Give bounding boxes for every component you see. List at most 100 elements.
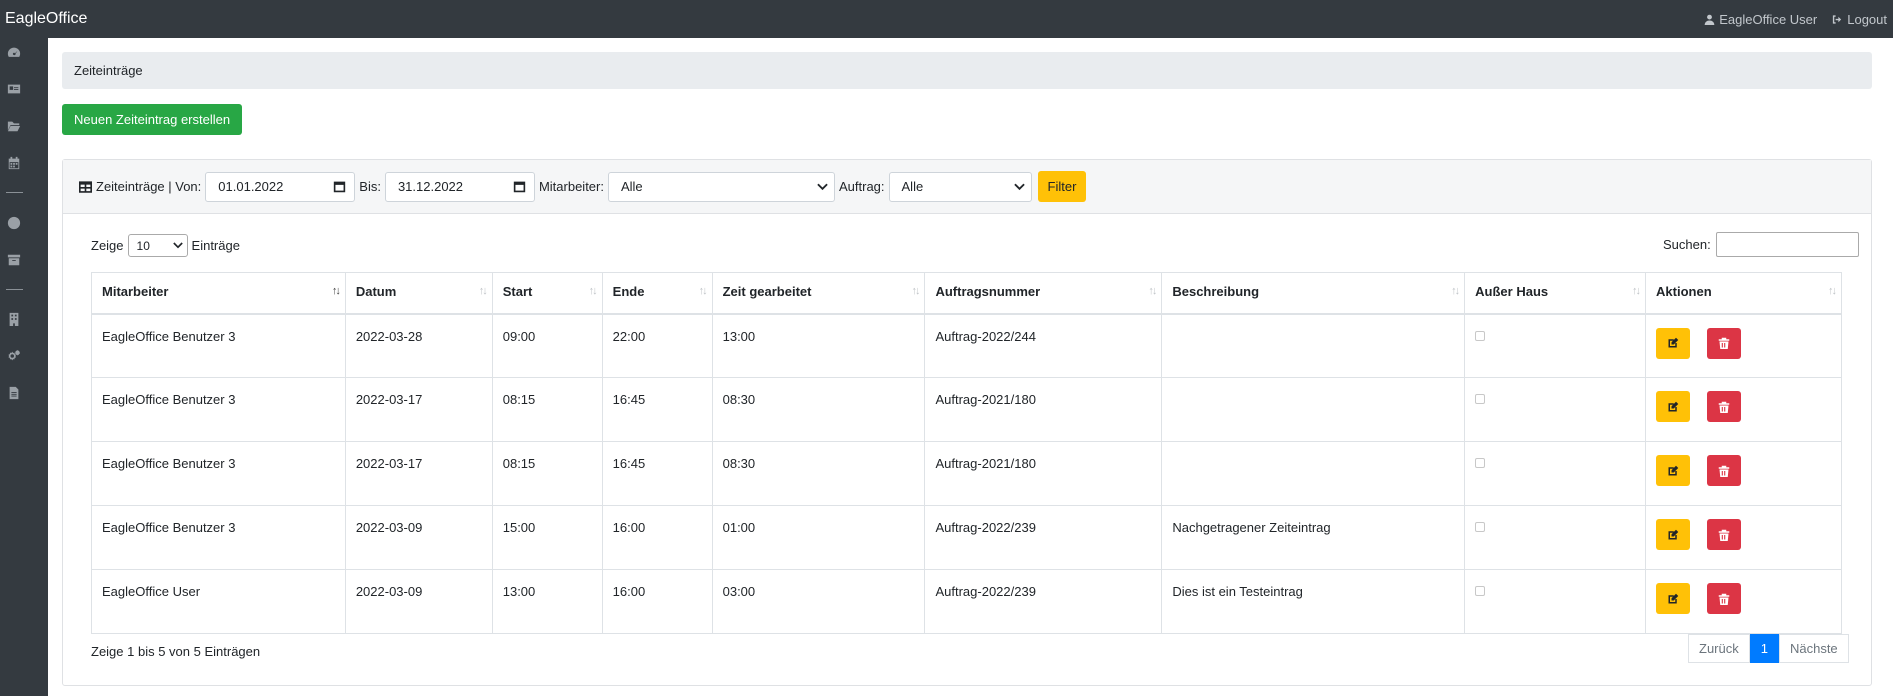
date-to-input[interactable]: 31.12.2022 [384,171,535,202]
sort-icon: ↑↓ [1828,285,1837,297]
table-row: EagleOffice Benutzer 3 2022-03-09 15:00 16:… [91,505,1842,570]
cogs-icon[interactable] [6,348,22,364]
user-menu[interactable]: EagleOffice User [1704,12,1817,27]
edit-icon [1668,465,1679,475]
column-header[interactable]: Ende ↑↓ [601,272,713,315]
file-icon[interactable] [6,385,22,401]
edit-icon [1668,401,1679,411]
table-cell: 16:45 [601,441,713,506]
table-row: EagleOffice Benutzer 3 2022-03-17 08:15 16:… [91,441,1842,506]
logout-link[interactable]: Logout [1831,12,1887,27]
column-header[interactable]: Datum ↑↓ [344,272,493,315]
chevron-down-icon [817,183,828,190]
column-header[interactable]: Beschreibung ↑↓ [1161,272,1466,315]
table-cell: 08:30 [711,377,926,442]
delete-button[interactable] [1707,327,1742,359]
building-icon[interactable] [6,311,22,327]
search-input[interactable] [1715,232,1859,257]
out-of-office-cell [1464,505,1647,570]
delete-button[interactable] [1707,519,1742,550]
trash-icon [1718,593,1730,605]
sort-icon: ↑↓ [911,285,920,297]
out-of-office-checkbox[interactable] [1475,522,1486,532]
filter-button[interactable]: Filter [1037,171,1087,202]
entries-label: Einträge [191,238,240,253]
out-of-office-checkbox[interactable] [1475,330,1486,341]
calendar-picker-icon[interactable] [333,180,346,193]
chevron-down-icon [1013,183,1025,190]
table-cell: 09:00 [491,313,603,378]
column-header[interactable]: Mitarbeiter ↑↓ [91,272,346,315]
prev-page-button[interactable]: Zurück [1688,634,1750,663]
clock-icon[interactable] [6,215,22,231]
column-header[interactable]: Außer Haus ↑↓ [1464,272,1647,315]
edit-button[interactable] [1656,391,1691,422]
page-1-button[interactable]: 1 [1749,634,1779,663]
logout-label: Logout [1847,11,1887,27]
archive-icon[interactable] [6,252,22,268]
table-cell: 22:00 [601,313,713,378]
table-cell: Auftrag-2021/180 [924,377,1163,442]
table-cell: Auftrag-2021/180 [924,441,1163,506]
employee-label: Mitarbeiter: [538,179,604,194]
sort-icon: ↑↓ [1451,285,1460,297]
entries-card: Zeiteinträge | Von: 01.01.2022 Bis: 31.1… [62,159,1872,686]
order-select-value: Alle [901,179,924,194]
search-label: Suchen: [1663,237,1711,252]
dashboard-icon[interactable] [6,44,22,60]
table-row: EagleOffice Benutzer 3 2022-03-28 09:00 22:… [91,313,1842,378]
filter-bar: Zeiteinträge | Von: 01.01.2022 Bis: 31.1… [63,160,1871,214]
edit-button[interactable] [1656,519,1691,550]
actions-cell [1645,505,1842,570]
id-card-icon[interactable] [6,81,22,97]
next-page-button[interactable]: Nächste [1778,634,1849,663]
column-header[interactable]: Auftragsnummer ↑↓ [924,272,1163,315]
edit-button[interactable] [1656,455,1691,486]
chevron-down-icon [172,242,183,249]
page-length-select[interactable]: 10 [127,234,188,257]
table-cell: 16:00 [601,569,713,634]
brand-logo[interactable]: EagleOffice [5,10,87,28]
column-header[interactable]: Start ↑↓ [491,272,603,315]
edit-button[interactable] [1656,327,1691,359]
edit-button[interactable] [1656,583,1691,614]
folder-icon[interactable] [6,118,22,134]
calendar-picker-icon[interactable] [513,180,526,193]
calendar-icon[interactable] [6,155,22,171]
date-from-input[interactable]: 01.01.2022 [205,171,356,202]
create-entry-button[interactable]: Neuen Zeiteintrag erstellen [62,104,243,135]
table-cell: 03:00 [711,569,926,634]
table-cell: 13:00 [491,569,603,634]
delete-button[interactable] [1707,583,1742,614]
table-cell: EagleOffice Benutzer 3 [91,505,346,570]
actions-cell [1645,441,1842,506]
user-name: EagleOffice User [1719,11,1818,27]
out-of-office-checkbox[interactable] [1475,394,1486,404]
sort-icon: ↑↓ [698,285,708,297]
page-length-value: 10 [136,238,150,253]
employee-select[interactable]: Alle [607,171,835,202]
column-header[interactable]: Zeit gearbeitet ↑↓ [711,272,926,315]
pagination: Zurück 1 Nächste [1688,634,1849,663]
table-cell: 08:15 [491,441,603,506]
actions-cell [1645,313,1842,378]
out-of-office-checkbox[interactable] [1475,458,1486,468]
out-of-office-checkbox[interactable] [1475,586,1486,596]
date-from-value: 01.01.2022 [218,179,284,194]
table-cell: 01:00 [711,505,926,570]
delete-button[interactable] [1707,391,1742,422]
delete-button[interactable] [1707,455,1742,486]
table-cell [1161,377,1466,442]
table-cell: EagleOffice User [91,569,346,634]
edit-icon [1668,337,1679,348]
table-cell: Auftrag-2022/239 [924,505,1163,570]
column-header[interactable]: Aktionen ↑↓ [1645,272,1842,315]
order-select[interactable]: Alle [888,171,1032,202]
table-icon [79,180,92,193]
table-cell: 16:45 [601,377,713,442]
sort-asc-icon: ↑↓ [331,285,341,297]
out-of-office-cell [1464,377,1647,442]
filter-title-text: Zeiteinträge | Von: [96,179,202,194]
table-header-row: Mitarbeiter ↑↓ Datum ↑↓ Start ↑↓ Ende ↑↓ Zei… [91,272,1842,315]
breadcrumb-item[interactable]: Zeiteinträge [74,63,143,78]
